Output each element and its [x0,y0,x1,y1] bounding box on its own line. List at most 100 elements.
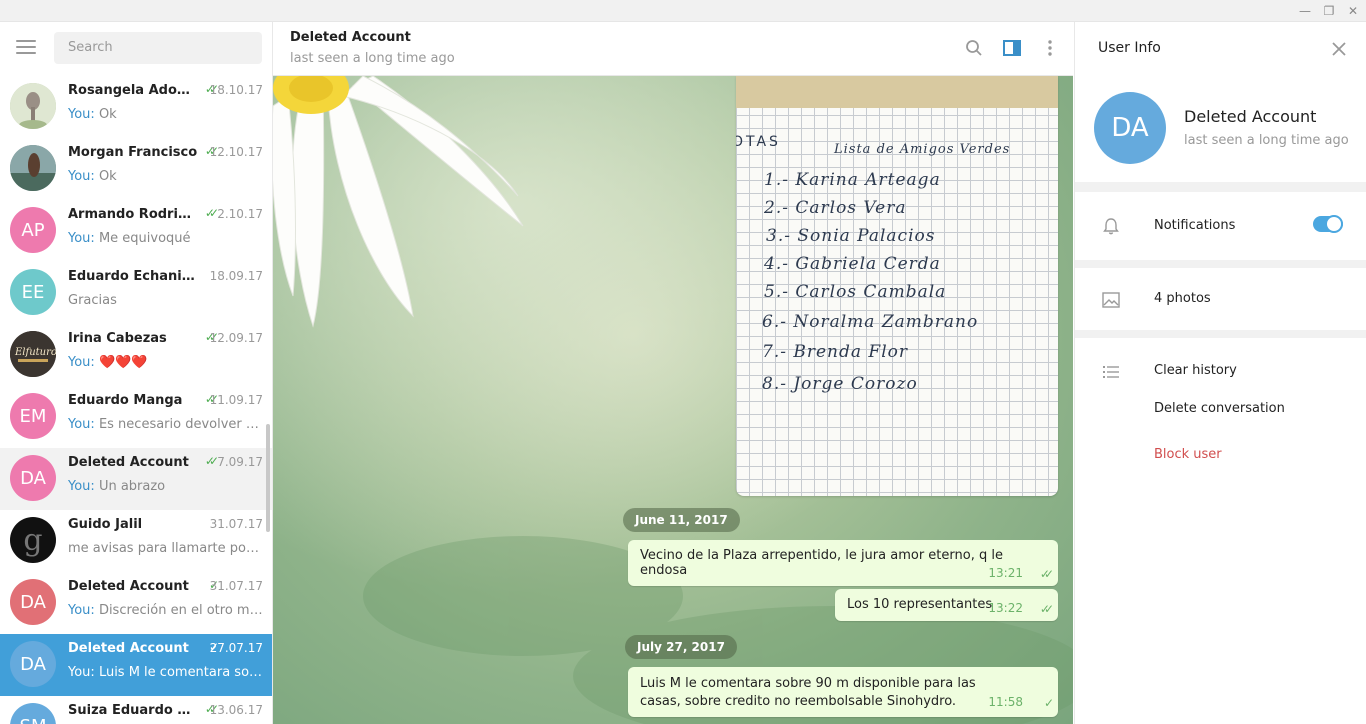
message-bubble[interactable]: Los 10 representantes 13:22 ✓✓ [835,589,1058,621]
chat-area: Deleted Account last seen a long time ag… [273,22,1073,724]
photo-text: OTAS [736,134,781,150]
photo-header-strip [736,76,1058,108]
profile-avatar[interactable]: DA [1094,92,1166,164]
avatar: SM [10,703,56,724]
chat-list: Rosangela Adoum ✓✓ 18.10.17 You: Ok Morg… [0,76,272,724]
chat-name: Deleted Account [68,641,189,656]
minimize-button[interactable]: — [1293,0,1317,22]
chat-name: Eduardo Echanique [68,269,198,284]
chat-name: Guido Jalil [68,517,143,532]
chat-item[interactable]: SM Suiza Eduardo M... ✓✓ 13.06.17 [0,696,272,724]
profile-section: User Info DA Deleted Account last seen a… [1075,22,1366,182]
chat-preview: You: Es necesario devolver doc... [68,417,264,432]
photo-text: 5.- Carlos Cambala [764,282,947,302]
chat-item[interactable]: AP Armando Rodrigo ... ✓✓ 2.10.17 You: M… [0,200,272,262]
avatar: EM [10,393,56,439]
close-window-button[interactable]: ✕ [1341,0,1365,22]
clear-history-button[interactable]: Clear history [1154,363,1237,378]
chat-date: 27.07.17 [209,641,263,655]
photo-text: Lista de Amigos Verdes [834,142,1011,157]
photos-link[interactable]: 4 photos [1154,291,1211,306]
chat-preview: You: Discreción en el otro medio. [68,603,264,618]
shared-photo[interactable]: OTAS Lista de Amigos Verdes 1.- Karina A… [736,76,1058,496]
hamburger-menu-icon[interactable] [16,40,36,54]
avatar: DA [10,455,56,501]
chat-header: Deleted Account last seen a long time ag… [273,22,1073,76]
chat-item[interactable]: g Guido Jalil 31.07.17 me avisas para ll… [0,510,272,572]
chat-status: last seen a long time ago [290,51,455,66]
block-user-button[interactable]: Block user [1154,447,1222,462]
avatar: AP [10,207,56,253]
chat-name: Rosangela Adoum [68,83,198,98]
chat-preview: me avisas para llamarte por fa [68,541,264,556]
date-separator: July 27, 2017 [625,635,737,659]
photo-text: 1.- Karina Arteaga [764,170,941,190]
avatar [10,83,56,129]
chat-item[interactable]: EM Eduardo Manga ✓✓ 11.09.17 You: Es nec… [0,386,272,448]
chat-name: Irina Cabezas [68,331,167,346]
message-text: Vecino de la Plaza arrepentido, le jura … [640,548,1003,578]
message-bubble[interactable]: Vecino de la Plaza arrepentido, le jura … [628,540,1058,586]
chat-date: 12.10.17 [209,145,263,159]
avatar: DA [10,641,56,687]
chat-name: Suiza Eduardo M... [68,703,198,718]
chat-item[interactable]: Morgan Francisco ✓✓ 12.10.17 You: Ok [0,138,272,200]
chat-name: Deleted Account [68,455,189,470]
chat-date: 31.07.17 [209,579,263,593]
notifications-toggle[interactable] [1313,215,1343,233]
chat-background: OTAS Lista de Amigos Verdes 1.- Karina A… [273,76,1073,724]
chat-date: 2.10.17 [217,207,263,221]
profile-name: Deleted Account [1184,107,1317,126]
photo-text: 6.- Noralma Zambrano [762,312,979,332]
chat-date: 18.10.17 [209,83,263,97]
photo-text: 3.- Sonia Palacios [766,226,936,246]
bell-icon [1101,216,1121,236]
chat-item[interactable]: Elfuturo Irina Cabezas ✓✓ 12.09.17 You: … [0,324,272,386]
message-text: Luis M le comentara sobre 90 m disponibl… [640,676,976,709]
chat-name: Armando Rodrigo ... [68,207,198,222]
chat-item-selected[interactable]: DA Deleted Account ✓ 27.07.17 You: Luis … [0,634,272,696]
more-options-icon[interactable] [1038,36,1062,60]
message-bubble[interactable]: Luis M le comentara sobre 90 m disponibl… [628,667,1058,717]
photo-text: 8.- Jorge Corozo [762,374,918,394]
chat-item[interactable]: DA Deleted Account ✓✓ 7.09.17 You: Un ab… [0,448,272,510]
notifications-label: Notifications [1154,218,1236,233]
search-icon[interactable] [962,36,986,60]
delete-conversation-button[interactable]: Delete conversation [1154,401,1285,416]
avatar [10,145,56,191]
actions-section [1075,338,1366,724]
chat-date: 31.07.17 [209,517,263,531]
sidebar-scrollbar[interactable] [266,424,270,532]
message-time: 13:22 [988,601,1023,615]
chat-preview: You: Me equivoqué [68,231,191,246]
chat-item[interactable]: DA Deleted Account ✓ 31.07.17 You: Discr… [0,572,272,634]
chat-item[interactable]: Rosangela Adoum ✓✓ 18.10.17 You: Ok [0,76,272,138]
avatar: Elfuturo [10,331,56,377]
avatar: EE [10,269,56,315]
chat-date: 12.09.17 [209,331,263,345]
avatar: DA [10,579,56,625]
chat-preview: You: Un abrazo [68,479,166,494]
chat-item[interactable]: EE Eduardo Echanique 18.09.17 Gracias [0,262,272,324]
close-icon[interactable] [1328,38,1350,60]
list-icon [1101,362,1121,382]
date-separator: June 11, 2017 [623,508,740,532]
chat-date: 18.09.17 [209,269,263,283]
chat-name: Morgan Francisco [68,145,198,160]
chat-date: 11.09.17 [209,393,263,407]
search-input[interactable]: Search [54,32,262,64]
photo-text: 2.- Carlos Vera [764,198,907,218]
maximize-button[interactable]: ❐ [1317,0,1341,22]
message-text: Los 10 representantes [847,597,993,612]
chat-title[interactable]: Deleted Account [290,30,411,45]
media-section [1075,268,1366,330]
photo-text: 4.- Gabriela Cerda [764,254,941,274]
read-check-icon: ✓✓ [204,454,219,468]
image-icon [1101,290,1121,310]
message-time: 13:21 [988,566,1023,580]
sidebar-toggle-icon[interactable] [1000,36,1024,60]
chat-name: Deleted Account [68,579,189,594]
chat-sidebar: Search Rosangela Adoum ✓✓ 18.10.17 You: … [0,22,273,724]
photo-text: 7.- Brenda Flor [762,342,909,362]
avatar: g [10,517,56,563]
